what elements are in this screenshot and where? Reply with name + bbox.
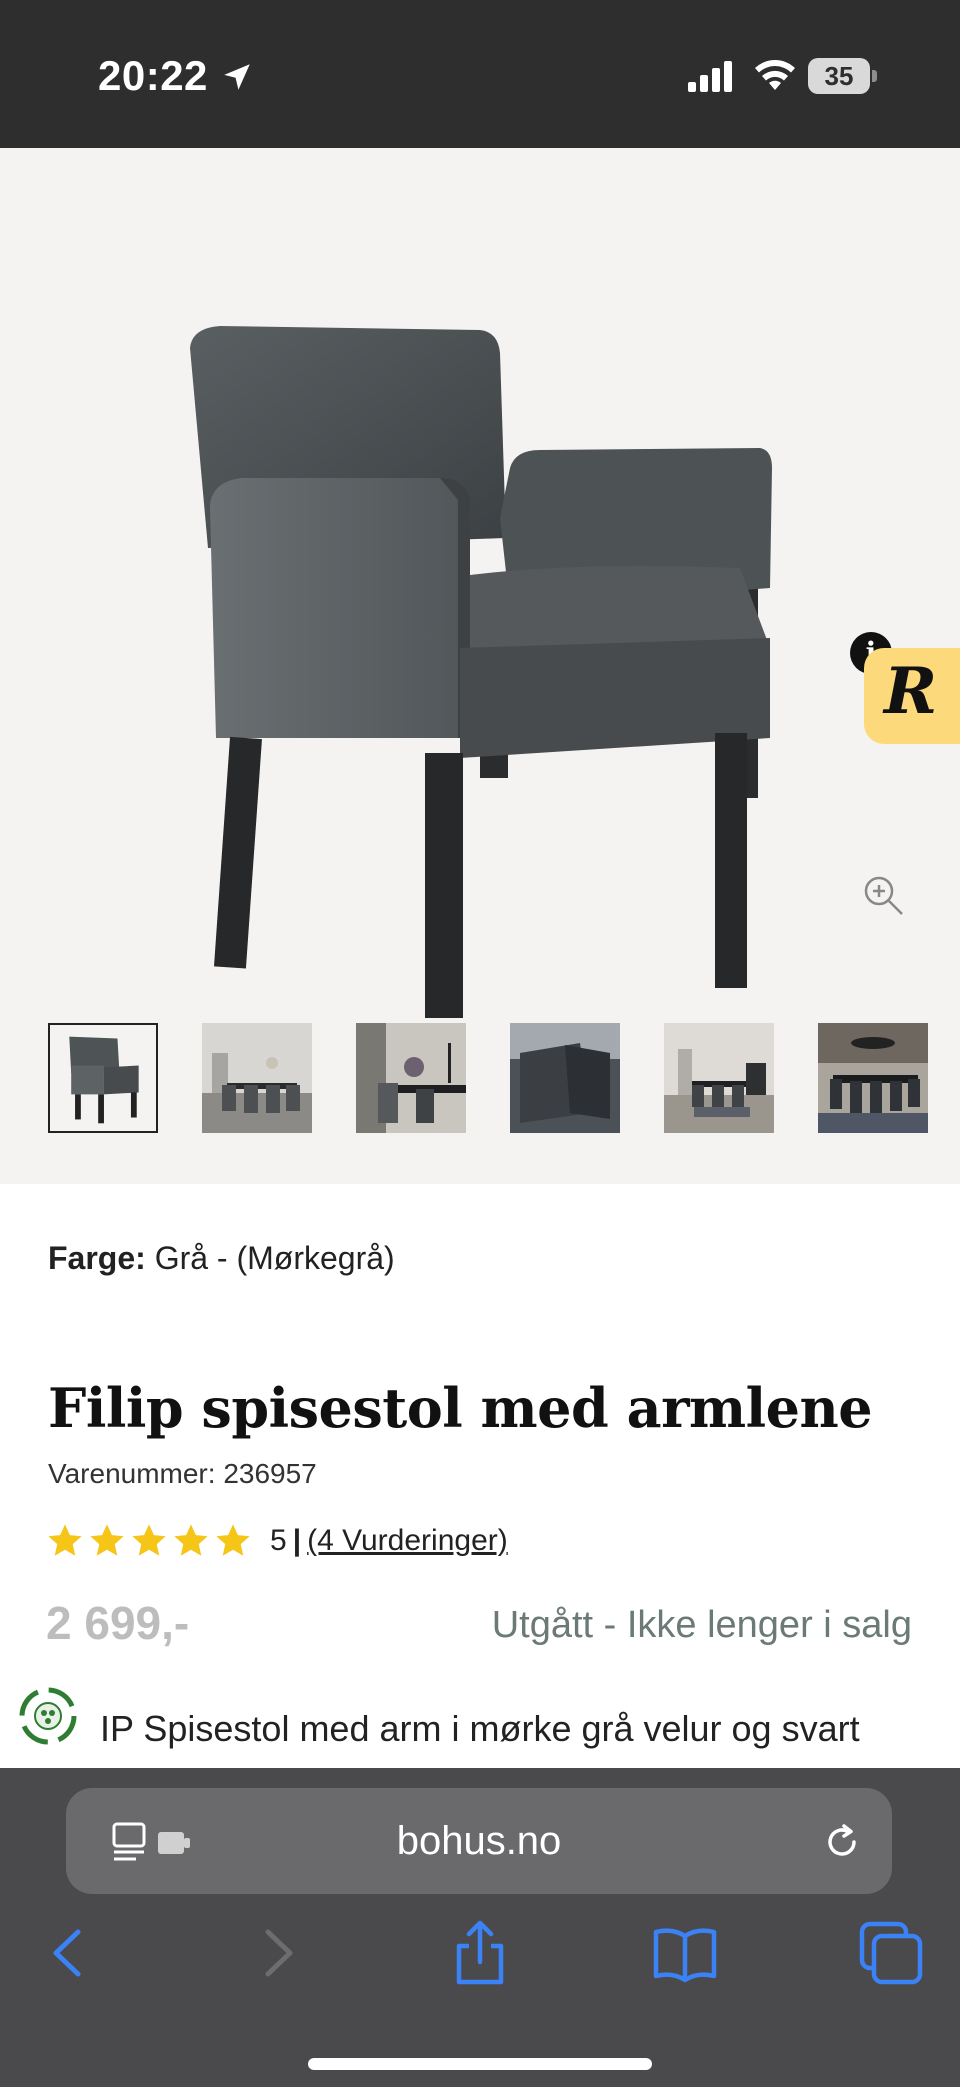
browser-toolbar: bohus.no [0, 1768, 960, 2087]
product-gallery[interactable]: i R [0, 148, 960, 1184]
recycle-icon [19, 1687, 77, 1745]
product-sku: Varenummer: 236957 [48, 1458, 317, 1489]
reload-icon[interactable] [820, 1820, 864, 1864]
address-bar[interactable]: bohus.no [66, 1788, 892, 1894]
product-main-image[interactable] [180, 178, 800, 1038]
product-description: IP Spisestol med arm i mørke grå velur o… [100, 1708, 860, 1749]
url-text: bohus.no [396, 1819, 562, 1863]
forward-icon[interactable] [242, 1918, 312, 1988]
star-icon [90, 1524, 124, 1556]
location-arrow-icon [224, 64, 250, 90]
star-icon [132, 1524, 166, 1556]
status-bar: 20:22 35 [0, 0, 960, 148]
color-label: Farge: [48, 1240, 146, 1276]
reviews-link[interactable]: (4 Vurderinger) [307, 1524, 508, 1558]
star-icon [48, 1524, 82, 1556]
product-title: Filip spisestol med armlene [48, 1376, 873, 1440]
rating-separator: | [292, 1524, 302, 1557]
bookmarks-icon[interactable] [650, 1918, 720, 1988]
status-time: 20:22 [98, 52, 208, 99]
rating-score: 5 [270, 1524, 287, 1557]
thumbnail-dining-room-3[interactable] [664, 1023, 774, 1133]
thumbnail-strip [48, 1023, 928, 1137]
color-selection: Farge: Grå - (Mørkegrå) [48, 1240, 395, 1277]
battery-icon: 35 [808, 58, 877, 94]
thumbnail-dining-room-4[interactable] [818, 1023, 928, 1133]
product-price: 2 699,- [46, 1597, 190, 1649]
share-icon[interactable] [445, 1918, 515, 1988]
star-icon [216, 1524, 250, 1556]
home-indicator[interactable] [308, 2058, 652, 2070]
recommendation-badge-letter: R [884, 654, 938, 729]
back-icon[interactable] [34, 1918, 104, 1988]
cellular-signal-icon [688, 61, 732, 92]
rating: 5 | (4 Vurderinger) [46, 1520, 508, 1562]
thumbnail-dining-room-2[interactable] [356, 1023, 466, 1133]
tabs-icon[interactable] [856, 1918, 926, 1988]
battery-level: 35 [808, 58, 870, 94]
wifi-icon [755, 60, 795, 90]
zoom-in-icon[interactable] [862, 874, 904, 916]
thumbnail-detail[interactable] [510, 1023, 620, 1133]
thumbnail-chair[interactable] [48, 1023, 158, 1133]
recommendation-badge[interactable]: R [864, 648, 960, 744]
thumbnail-dining-room-1[interactable] [202, 1023, 312, 1133]
availability-status: Utgått - Ikke lenger i salg [491, 1604, 912, 1646]
star-icon [174, 1524, 208, 1556]
color-value: Grå - (Mørkegrå) [154, 1240, 395, 1276]
